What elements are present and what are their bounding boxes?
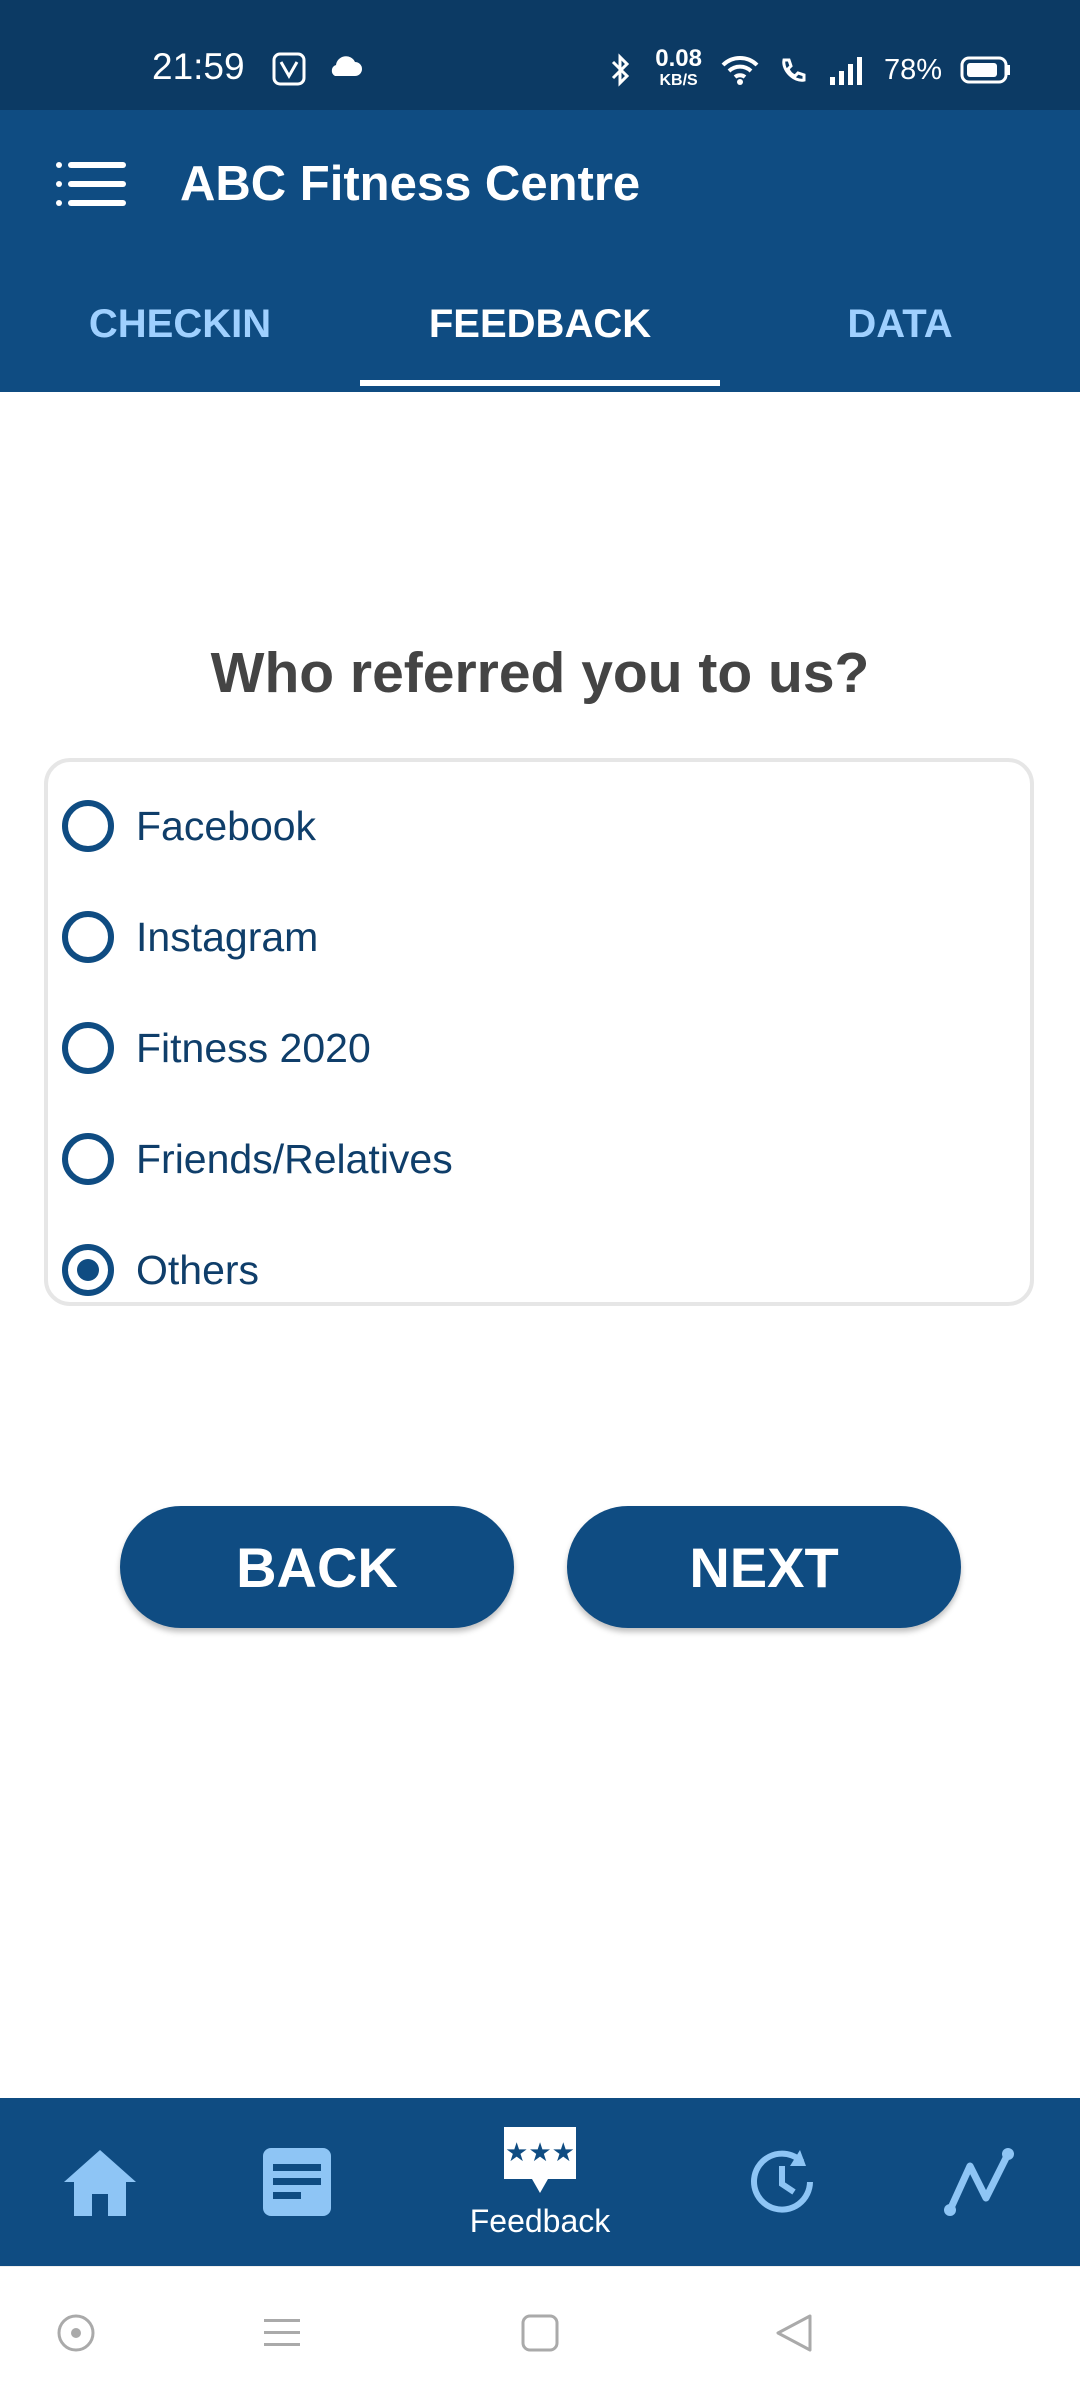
option-friends-relatives[interactable]: Friends/Relatives bbox=[62, 1119, 453, 1199]
radio-button[interactable] bbox=[62, 800, 114, 852]
option-fitness-2020[interactable]: Fitness 2020 bbox=[62, 1008, 371, 1088]
option-others[interactable]: Others bbox=[62, 1230, 259, 1310]
network-speed-unit: KB/S bbox=[659, 72, 698, 89]
next-button[interactable]: NEXT bbox=[567, 1506, 961, 1628]
nav-stats[interactable] bbox=[920, 2098, 1040, 2266]
app-title: ABC Fitness Centre bbox=[180, 157, 641, 211]
home-icon bbox=[64, 2150, 136, 2216]
radio-button[interactable] bbox=[62, 1133, 114, 1185]
radio-button[interactable] bbox=[62, 1022, 114, 1074]
nav-feedback-label: Feedback bbox=[469, 2202, 611, 2239]
network-speed: 0.08 KB/S bbox=[655, 45, 702, 92]
cloud-icon bbox=[331, 56, 362, 76]
list-icon bbox=[263, 2148, 331, 2216]
nav-history[interactable] bbox=[722, 2098, 842, 2266]
active-tab-indicator bbox=[360, 380, 720, 386]
question-title: Who referred you to us? bbox=[210, 641, 870, 705]
option-label: Friends/Relatives bbox=[136, 1135, 453, 1182]
tab-feedback[interactable]: FEEDBACK bbox=[360, 256, 720, 392]
nav-home[interactable] bbox=[40, 2098, 160, 2266]
battery-icon bbox=[960, 56, 1010, 84]
option-facebook[interactable]: Facebook bbox=[62, 786, 316, 866]
signal-icon bbox=[829, 57, 862, 85]
menu-lines-icon[interactable] bbox=[262, 2311, 302, 2355]
back-button[interactable]: BACK bbox=[120, 1506, 514, 1628]
option-label: Instagram bbox=[136, 913, 319, 960]
app-notification-icon bbox=[272, 52, 306, 86]
tab-checkin[interactable]: CHECKIN bbox=[0, 256, 360, 392]
network-speed-value: 0.08 bbox=[655, 45, 702, 72]
status-left-icons bbox=[272, 52, 362, 86]
assistant-icon[interactable] bbox=[54, 2311, 98, 2355]
option-label: Others bbox=[136, 1246, 260, 1293]
tab-data[interactable]: DATA bbox=[720, 256, 1080, 392]
home-square-icon[interactable] bbox=[518, 2311, 562, 2355]
nav-list[interactable] bbox=[237, 2098, 357, 2266]
app-bar: ABC Fitness Centre bbox=[0, 110, 1080, 256]
status-time: 21:59 bbox=[152, 46, 245, 87]
chart-icon bbox=[944, 2148, 1014, 2216]
option-instagram[interactable]: Instagram bbox=[62, 897, 318, 977]
wifi-call-icon bbox=[782, 58, 806, 82]
radio-button[interactable] bbox=[62, 911, 114, 963]
feedback-icon: ★★★ bbox=[504, 2126, 576, 2193]
bluetooth-icon bbox=[612, 53, 630, 87]
radio-button-selected[interactable] bbox=[62, 1244, 114, 1296]
tab-bar: CHECKIN FEEDBACK DATA bbox=[0, 256, 1080, 392]
battery-percent: 78% bbox=[883, 53, 942, 86]
menu-icon[interactable] bbox=[56, 162, 126, 206]
wifi-icon bbox=[721, 55, 759, 85]
referral-options-group: Facebook Instagram Fitness 2020 Friends/… bbox=[44, 758, 1034, 1306]
status-right-icons: 0.08 KB/S 78% bbox=[603, 45, 1012, 92]
svg-text:★★★: ★★★ bbox=[505, 2138, 575, 2168]
back-triangle-icon[interactable] bbox=[772, 2311, 816, 2355]
bottom-navigation: ★★★ Feedback bbox=[0, 2098, 1080, 2266]
history-icon bbox=[751, 2150, 813, 2213]
option-label: Fitness 2020 bbox=[136, 1024, 371, 1071]
system-navigation-bar bbox=[0, 2266, 1080, 2401]
status-bar: 21:59 0.08 KB/S 78% bbox=[0, 0, 1080, 110]
option-label: Facebook bbox=[136, 802, 317, 849]
nav-feedback[interactable]: ★★★ Feedback bbox=[440, 2098, 640, 2266]
